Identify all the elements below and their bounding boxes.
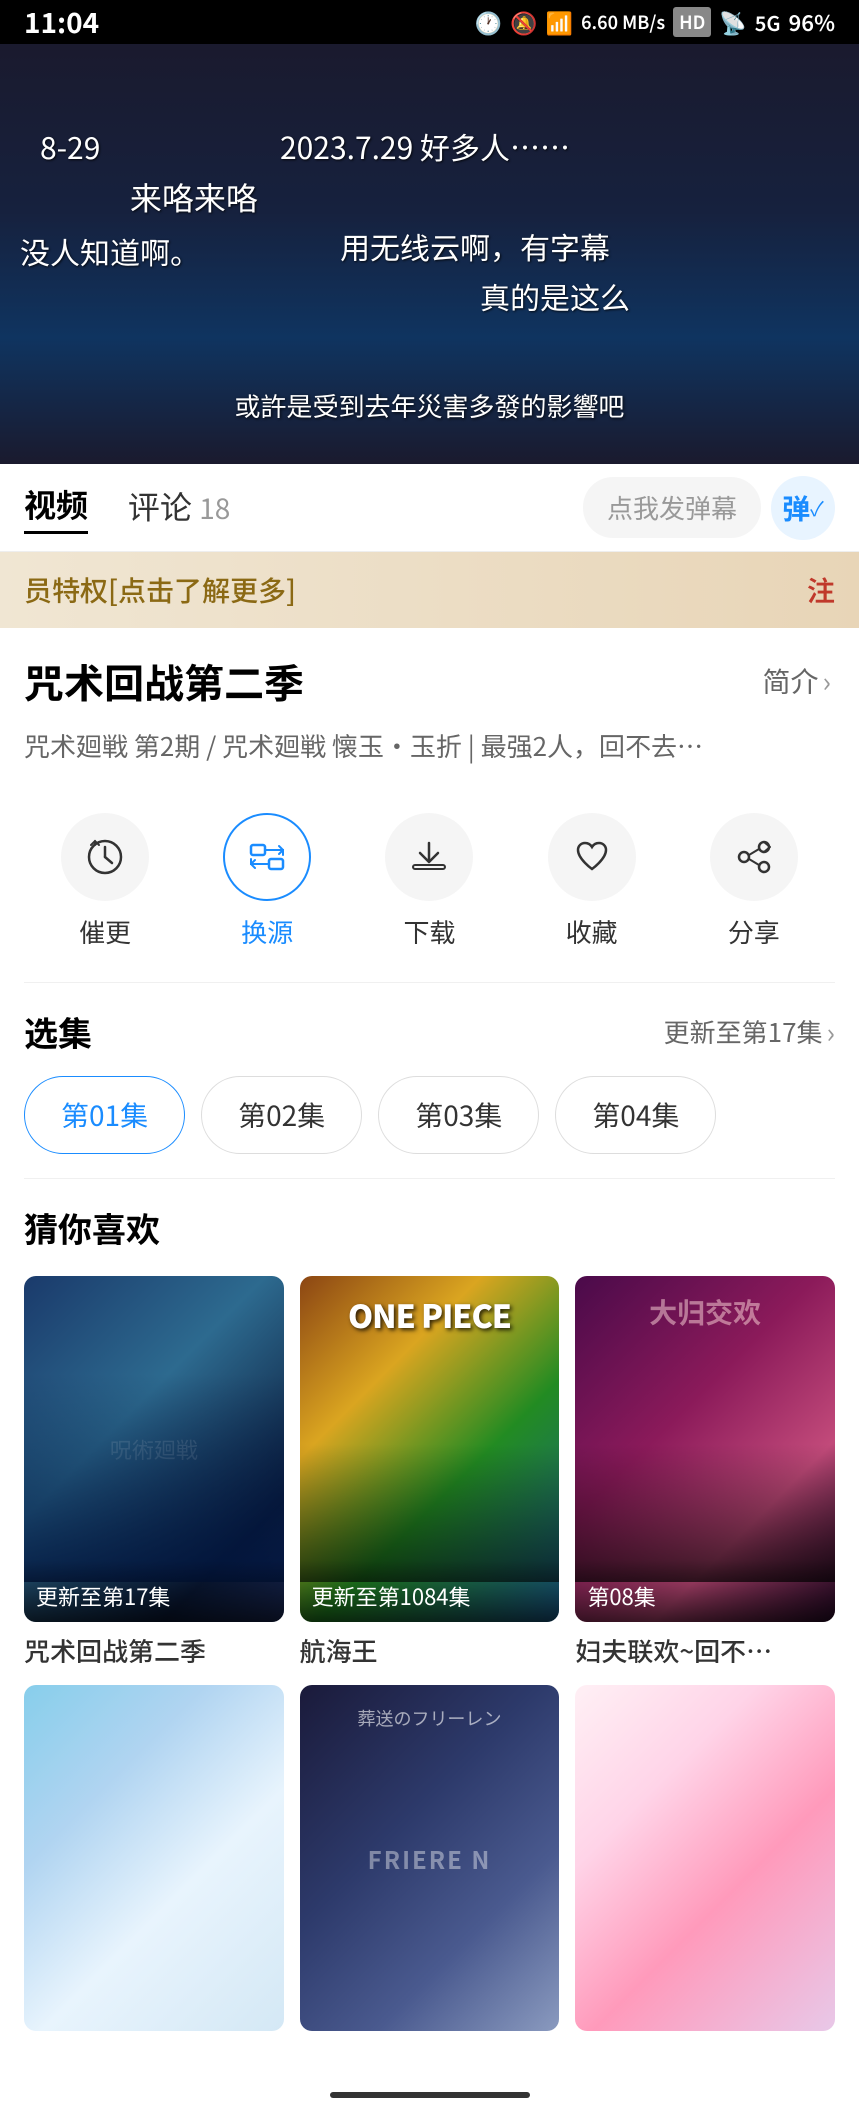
danmaku-input-button[interactable]: 点我发弹幕 [583, 477, 761, 538]
rec-name-jujutsu: 咒术回战第二季 [24, 1632, 206, 1669]
danmaku-item: 真的是这么 [480, 274, 630, 318]
action-urge[interactable]: 催更 [61, 813, 149, 950]
danmaku-check-icon: ✓ [810, 493, 824, 522]
rec-thumb-anime3: 大归交欢 第08集 [575, 1276, 835, 1622]
rec-badge-onepiece: 更新至第1084集 [300, 1560, 560, 1622]
rec-thumb-frieren: 葬送のフリーレン FRIERE N [300, 1685, 560, 2031]
intro-label: 简介 [763, 661, 819, 701]
switch-source-icon [247, 837, 287, 877]
bluetooth-icon: 📶 [546, 6, 573, 38]
action-favorite[interactable]: 收藏 [548, 813, 636, 950]
action-icons: 催更 换源 [24, 797, 835, 983]
action-share[interactable]: 分享 [710, 813, 798, 950]
download-icon-circle [385, 813, 473, 901]
tab-bar: 视频 评论 18 点我发弹幕 弹 ✓ [0, 464, 859, 552]
wifi-icon: 📡 [719, 6, 746, 38]
episodes-more-label: 更新至第17集 [664, 1013, 823, 1050]
rec-item-anime4[interactable] [24, 1685, 284, 2041]
favorite-label: 收藏 [566, 913, 618, 950]
video-background: 8-29 2023.7.29 好多人…… 来咯来咯 没人知道啊。 用无线云啊，有… [0, 44, 859, 464]
rec-thumb-onepiece: ONE PIECE 更新至第1084集 [300, 1276, 560, 1622]
bottom-bar [0, 2065, 859, 2125]
danmaku-item: 没人知道啊。 [20, 229, 200, 273]
chevron-right-icon: › [823, 661, 831, 701]
bottom-indicator [330, 2092, 530, 2098]
status-icons: 🕐 🔕 📶 6.60 MB/s HD 📡 5G 96% [475, 6, 835, 38]
danmaku-item: 2023.7.29 好多人…… [280, 124, 570, 168]
danmaku-item: 用无线云啊，有字幕 [340, 224, 610, 268]
rec-thumb-anime4 [24, 1685, 284, 2031]
danmaku-controls: 点我发弹幕 弹 ✓ [583, 476, 835, 540]
alarm-icon: 🕐 [475, 6, 502, 38]
clock-icon [85, 837, 125, 877]
chevron-right-icon: › [827, 1012, 835, 1052]
tab-video[interactable]: 视频 [24, 481, 88, 534]
danmaku-item: 8-29 [40, 124, 100, 168]
intro-link[interactable]: 简介 › [763, 661, 835, 701]
episode-pill-1[interactable]: 第01集 [24, 1076, 185, 1154]
episode-pill-4[interactable]: 第04集 [555, 1076, 716, 1154]
share-icon-circle [710, 813, 798, 901]
share-label: 分享 [728, 913, 780, 950]
action-source[interactable]: 换源 [223, 813, 311, 950]
rec-item-anime3[interactable]: 大归交欢 第08集 妇夫联欢~回不… [575, 1276, 835, 1669]
rec-item-frieren[interactable]: 葬送のフリーレン FRIERE N [300, 1685, 560, 2041]
rec-thumb-anime6 [575, 1685, 835, 2031]
rec-badge-jujutsu: 更新至第17集 [24, 1560, 284, 1622]
recommendations: 猜你喜欢 呪術廻戦 更新至第17集 咒术回战第二季 ONE PIECE [0, 1179, 859, 2065]
danmaku-toggle-button[interactable]: 弹 ✓ [771, 476, 835, 540]
rec-item-jujutsu[interactable]: 呪術廻戦 更新至第17集 咒术回战第二季 [24, 1276, 284, 1669]
episodes-section: 选集 更新至第17集 › 第01集 第02集 第03集 第04集 [24, 983, 835, 1179]
title-row: 咒术回战第二季 简介 › [24, 652, 835, 710]
episode-pills: 第01集 第02集 第03集 第04集 [24, 1076, 835, 1154]
episodes-title: 选集 [24, 1007, 92, 1056]
rec-badge-anime3: 第08集 [575, 1560, 835, 1622]
tab-comment[interactable]: 评论 18 [128, 483, 230, 533]
status-time: 11:04 [24, 2, 99, 42]
tags-row: 咒术廻戦 第2期 / 咒术廻戦 懐玉・玉折 | 最强2人，回不去… [24, 726, 835, 765]
comment-count: 18 [199, 488, 230, 528]
favorite-icon-circle [548, 813, 636, 901]
episode-pill-3[interactable]: 第03集 [378, 1076, 539, 1154]
rec-item-anime6[interactable] [575, 1685, 835, 2041]
member-text: 员特权[点击了解更多] [24, 570, 296, 610]
danmaku-item: 来咯来咯 [130, 174, 258, 220]
anime-title: 咒术回战第二季 [24, 652, 304, 710]
mute-icon: 🔕 [510, 6, 537, 38]
speed-label: 6.60 MB/s [581, 9, 665, 35]
heart-icon [572, 837, 612, 877]
episodes-header: 选集 更新至第17集 › [24, 1007, 835, 1056]
video-subtitle: 或許是受到去年災害多發的影響吧 [234, 387, 624, 424]
rec-item-onepiece[interactable]: ONE PIECE 更新至第1084集 航海王 [300, 1276, 560, 1669]
urge-icon-circle [61, 813, 149, 901]
member-banner[interactable]: 员特权[点击了解更多] 注 [0, 552, 859, 628]
action-download[interactable]: 下载 [385, 813, 473, 950]
share-icon [734, 837, 774, 877]
urge-label: 催更 [79, 913, 131, 950]
video-player[interactable]: 8-29 2023.7.29 好多人…… 来咯来咯 没人知道啊。 用无线云啊，有… [0, 44, 859, 464]
recommendations-title: 猜你喜欢 [0, 1203, 859, 1252]
rec-name-anime3: 妇夫联欢~回不… [575, 1632, 772, 1669]
rec-name-onepiece: 航海王 [300, 1632, 378, 1669]
episode-pill-2[interactable]: 第02集 [201, 1076, 362, 1154]
member-reg-label: 注 [807, 570, 835, 610]
rec-thumb-jujutsu: 呪術廻戦 更新至第17集 [24, 1276, 284, 1622]
episodes-more-link[interactable]: 更新至第17集 › [664, 1012, 835, 1052]
battery-label: 96% [789, 6, 835, 38]
download-icon [409, 837, 449, 877]
status-bar: 11:04 🕐 🔕 📶 6.60 MB/s HD 📡 5G 96% [0, 0, 859, 44]
content-area: 咒术回战第二季 简介 › 咒术廻戦 第2期 / 咒术廻戦 懐玉・玉折 | 最强2… [0, 628, 859, 1179]
source-icon-circle [223, 813, 311, 901]
source-label: 换源 [241, 913, 293, 950]
signal-label: 5G [755, 8, 781, 37]
download-label: 下载 [403, 913, 455, 950]
hd-badge: HD [673, 7, 711, 37]
recommendations-grid: 呪術廻戦 更新至第17集 咒术回战第二季 ONE PIECE 更新至第1084集… [0, 1276, 859, 2041]
danmaku-icon: 弹 [782, 488, 810, 528]
